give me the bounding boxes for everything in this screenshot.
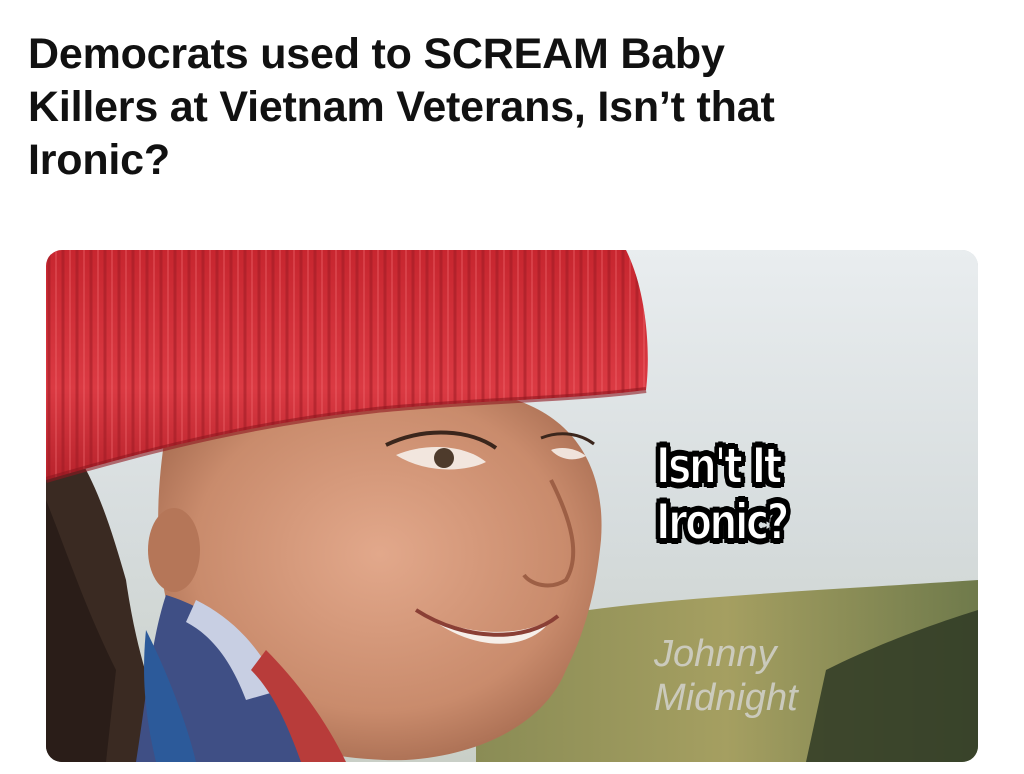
headline-line-2: Killers at Vietnam Veterans, Isn’t that <box>28 83 775 131</box>
headline: Democrats used to SCREAM Baby Killers at… <box>28 28 988 187</box>
meme-caption-line-1: Isn't It <box>655 437 783 495</box>
meme-caption: Isn't It Ironic? <box>655 437 790 551</box>
meme-image: Isn't It Ironic? Johnny Midnight <box>46 250 978 762</box>
meme-caption-line-2: Ironic? <box>655 493 790 551</box>
headline-line-3: Ironic? <box>28 136 170 184</box>
headline-line-1: Democrats used to SCREAM Baby <box>28 30 725 78</box>
meme-scene-illustration <box>46 250 978 762</box>
watermark: Johnny Midnight <box>654 632 798 720</box>
watermark-line-2: Midnight <box>654 677 798 719</box>
watermark-line-1: Johnny <box>654 633 777 675</box>
